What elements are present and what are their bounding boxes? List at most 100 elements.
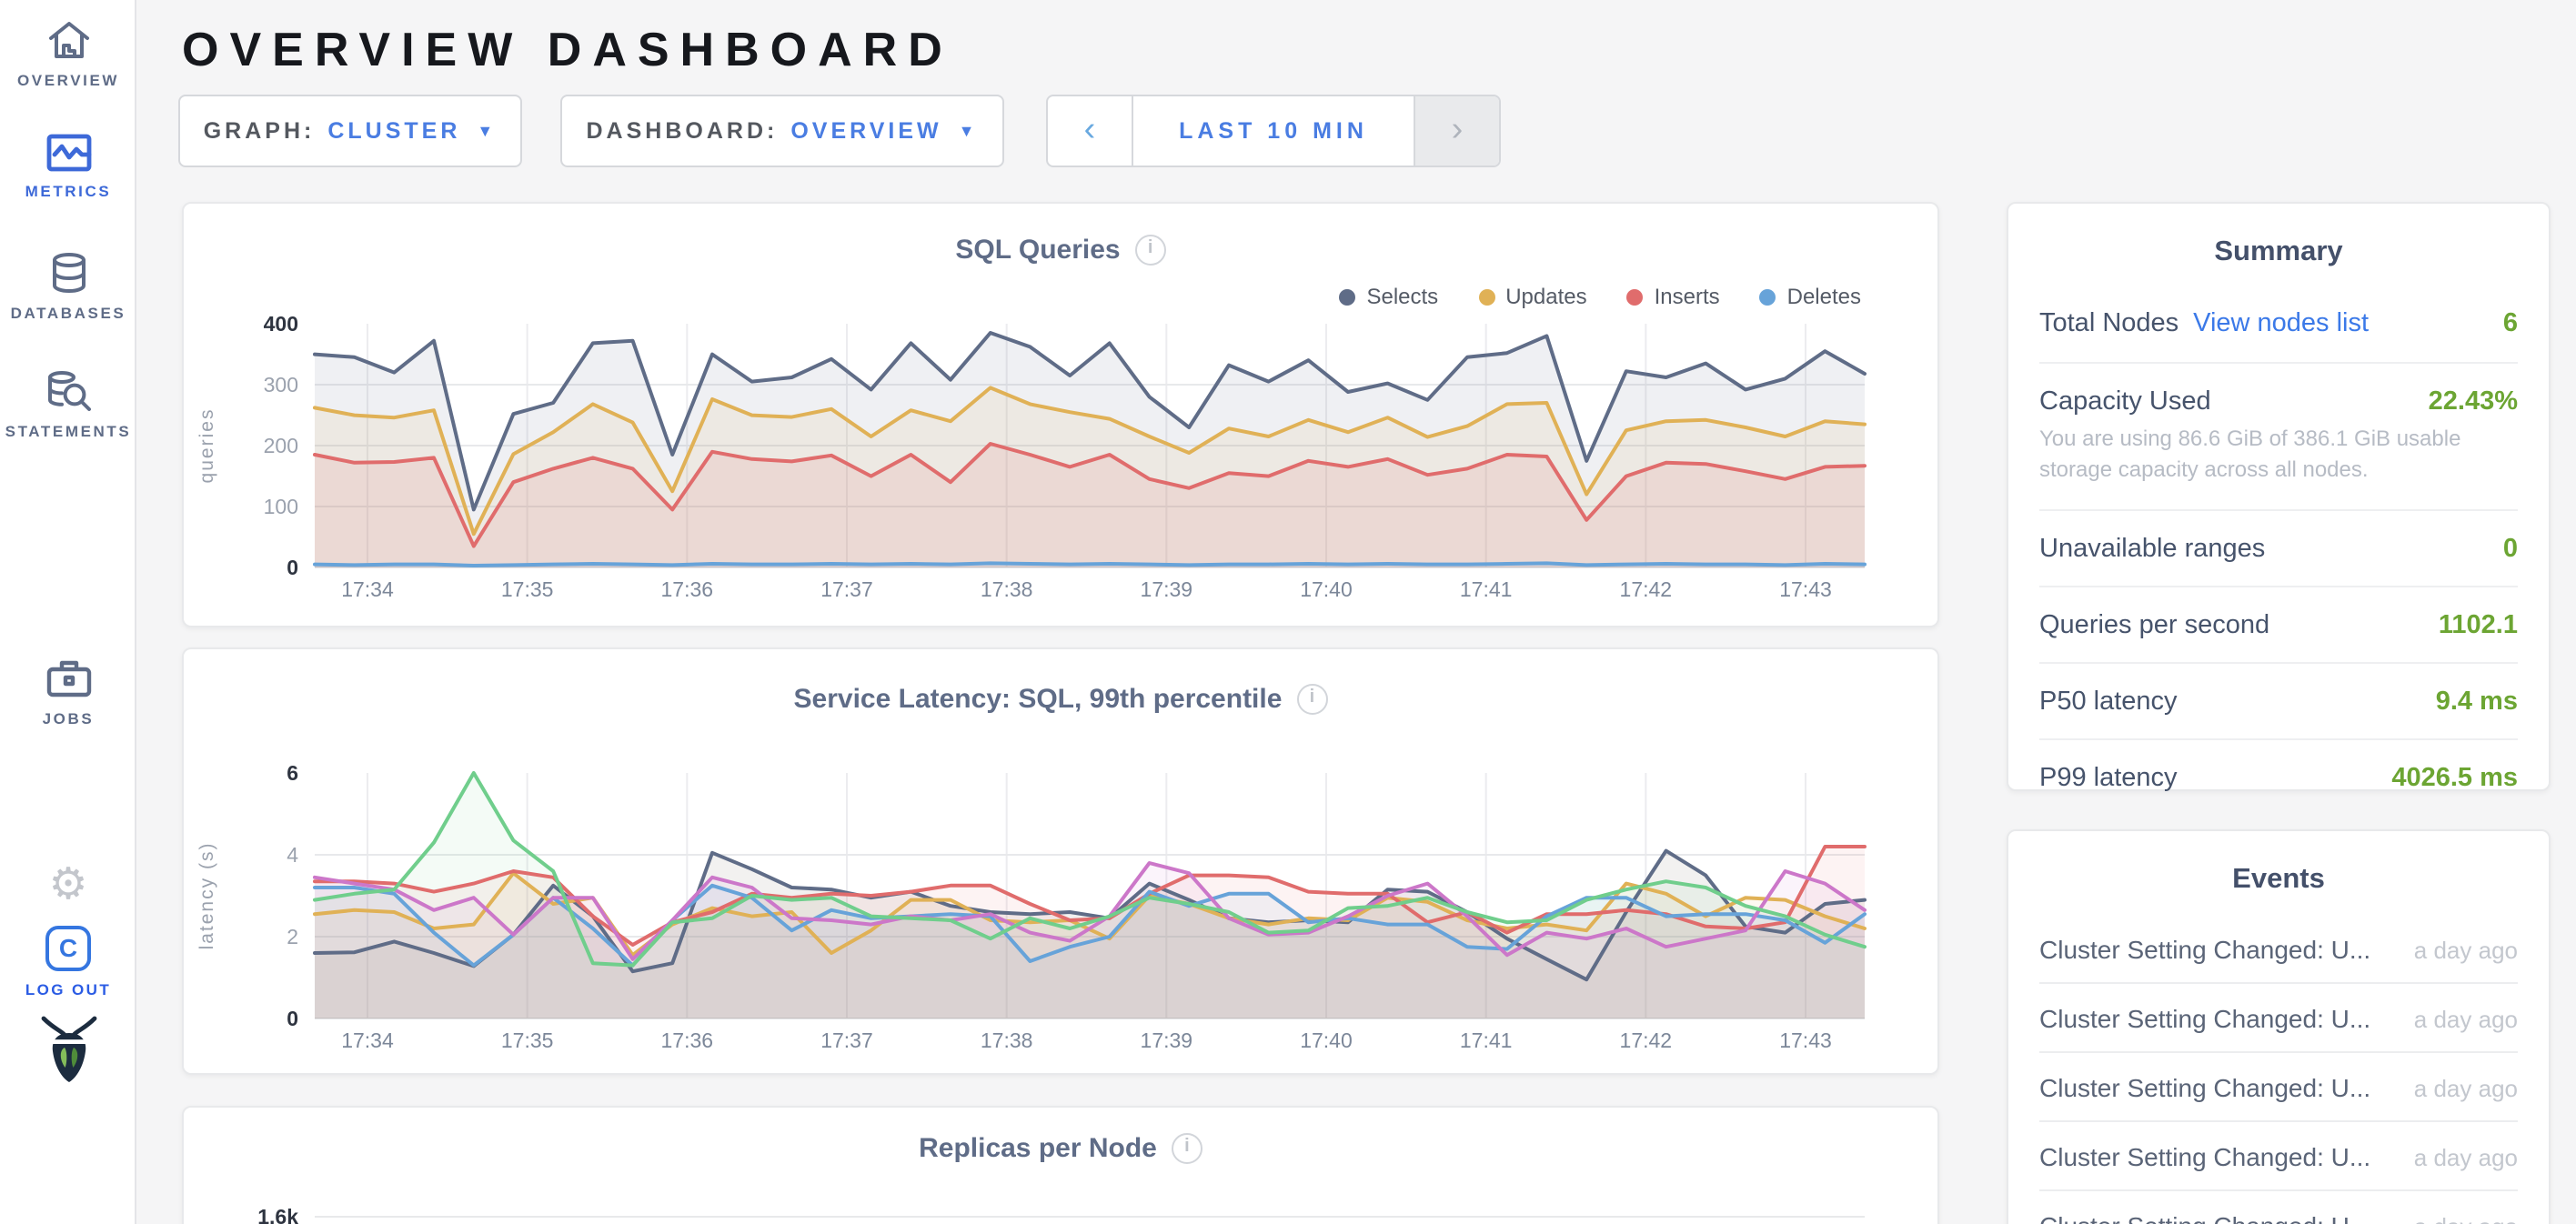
- briefcase-icon: [0, 657, 136, 700]
- replicas-per-node-card: Replicas per Node i 1.6k: [182, 1106, 1939, 1224]
- svg-text:17:38: 17:38: [981, 1028, 1033, 1052]
- time-range-value[interactable]: LAST 10 MIN: [1133, 96, 1414, 166]
- svg-text:1.6k: 1.6k: [257, 1205, 298, 1224]
- svg-text:17:41: 17:41: [1460, 1028, 1513, 1052]
- summary-row-unavailable-ranges: Unavailable ranges 0: [2039, 511, 2518, 587]
- event-title[interactable]: Cluster Setting Changed: U...: [2039, 1004, 2370, 1033]
- summary-label: Unavailable ranges: [2039, 535, 2265, 564]
- sidebar-item-logout[interactable]: C LOG OUT: [0, 926, 136, 998]
- summary-value: 0: [2503, 535, 2518, 564]
- service-latency-plot[interactable]: 642017:3417:3517:3617:3717:3817:3917:401…: [184, 649, 1941, 1086]
- sidebar-item-metrics[interactable]: METRICS: [0, 133, 136, 200]
- event-row: Cluster Setting Changed: U... a day ago: [2039, 984, 2518, 1053]
- event-title[interactable]: Cluster Setting Changed: U...: [2039, 1073, 2370, 1102]
- chevron-left-icon: ‹: [1084, 111, 1096, 151]
- svg-text:17:37: 17:37: [820, 577, 873, 601]
- time-range-prev-button[interactable]: ‹: [1048, 96, 1133, 166]
- sql-queries-card: SQL Queries i SelectsUpdatesInsertsDelet…: [182, 202, 1939, 627]
- svg-text:17:34: 17:34: [341, 577, 394, 601]
- sidebar-item-label: DATABASES: [0, 304, 136, 322]
- home-icon: [0, 18, 136, 62]
- sidebar-item-jobs[interactable]: JOBS: [0, 657, 136, 727]
- event-title[interactable]: Cluster Setting Changed: U...: [2039, 1142, 2370, 1171]
- event-row: Cluster Setting Changed: U... a day ago: [2039, 1191, 2518, 1224]
- event-title[interactable]: Cluster Setting Changed: U...: [2039, 935, 2370, 964]
- svg-text:17:42: 17:42: [1620, 577, 1673, 601]
- event-row: Cluster Setting Changed: U... a day ago: [2039, 1053, 2518, 1122]
- summary-label: P99 latency: [2039, 764, 2178, 793]
- svg-text:6: 6: [287, 761, 298, 785]
- svg-text:17:35: 17:35: [501, 1028, 554, 1052]
- database-icon: [0, 251, 136, 295]
- summary-value: 1102.1: [2439, 611, 2518, 640]
- summary-label: P50 latency: [2039, 687, 2178, 717]
- sidebar: OVERVIEW METRICS DATABASES STATEMENTS JO…: [0, 0, 136, 1224]
- event-row: Cluster Setting Changed: U... a day ago: [2039, 1122, 2518, 1191]
- sidebar-item-label: JOBS: [0, 709, 136, 727]
- graph-dropdown[interactable]: GRAPH: CLUSTER ▼: [178, 95, 522, 167]
- event-time: a day ago: [2414, 1212, 2518, 1224]
- svg-text:17:42: 17:42: [1620, 1028, 1673, 1052]
- dashboard-dropdown-value: OVERVIEW: [790, 118, 941, 144]
- caret-down-icon: ▼: [959, 122, 979, 140]
- cockroach-c-icon: C: [45, 926, 91, 971]
- svg-text:17:40: 17:40: [1300, 577, 1353, 601]
- service-latency-card: Service Latency: SQL, 99th percentile i …: [182, 647, 1939, 1075]
- sidebar-item-overview[interactable]: OVERVIEW: [0, 18, 136, 89]
- sidebar-item-statements[interactable]: STATEMENTS: [0, 369, 136, 440]
- view-nodes-list-link[interactable]: View nodes list: [2193, 309, 2369, 338]
- capacity-description: You are using 86.6 GiB of 386.1 GiB usab…: [2039, 424, 2518, 487]
- svg-text:17:43: 17:43: [1779, 1028, 1832, 1052]
- svg-text:200: 200: [264, 434, 298, 457]
- svg-text:17:40: 17:40: [1300, 1028, 1353, 1052]
- svg-text:300: 300: [264, 373, 298, 396]
- time-range-selector: ‹ LAST 10 MIN ›: [1046, 95, 1501, 167]
- svg-text:400: 400: [264, 312, 298, 336]
- sql-queries-plot[interactable]: 400300200100017:3417:3517:3617:3717:3817…: [184, 204, 1941, 638]
- events-title: Events: [2008, 831, 2549, 897]
- summary-label: Total Nodes: [2039, 309, 2179, 338]
- event-time: a day ago: [2414, 1143, 2518, 1170]
- svg-text:17:38: 17:38: [981, 577, 1033, 601]
- summary-value: 4026.5 ms: [2391, 764, 2518, 793]
- svg-text:2: 2: [287, 925, 298, 948]
- sidebar-item-databases[interactable]: DATABASES: [0, 251, 136, 322]
- svg-text:4: 4: [287, 843, 298, 867]
- svg-text:17:39: 17:39: [1141, 577, 1193, 601]
- graph-dropdown-label: GRAPH:: [204, 118, 316, 144]
- replicas-per-node-plot[interactable]: 1.6k: [184, 1108, 1941, 1224]
- events-panel: Events Cluster Setting Changed: U... a d…: [2007, 829, 2551, 1224]
- statements-search-icon: [0, 369, 136, 413]
- svg-text:17:39: 17:39: [1141, 1028, 1193, 1052]
- time-range-next-button[interactable]: ›: [1414, 96, 1499, 166]
- summary-label: Capacity Used: [2039, 387, 2211, 416]
- sidebar-item-label: STATEMENTS: [0, 422, 136, 440]
- logout-label: LOG OUT: [0, 980, 136, 998]
- summary-value: 6: [2503, 309, 2518, 338]
- summary-row-capacity: Capacity Used 22.43% You are using 86.6 …: [2039, 364, 2518, 511]
- summary-label: Queries per second: [2039, 611, 2269, 640]
- summary-row-queries-per-second: Queries per second 1102.1: [2039, 587, 2518, 664]
- metrics-chart-icon: [0, 133, 136, 173]
- svg-text:latency (s): latency (s): [196, 842, 217, 950]
- sidebar-item-label: OVERVIEW: [0, 71, 136, 89]
- summary-panel: Summary Total NodesView nodes list 6 Cap…: [2007, 202, 2551, 791]
- summary-row-p50-latency: P50 latency 9.4 ms: [2039, 664, 2518, 740]
- event-title[interactable]: Cluster Setting Changed: U...: [2039, 1211, 2370, 1224]
- svg-text:17:36: 17:36: [661, 1028, 714, 1052]
- event-row: Cluster Setting Changed: U... a day ago: [2039, 915, 2518, 984]
- svg-text:17:36: 17:36: [661, 577, 714, 601]
- summary-row-total-nodes: Total Nodes View nodes list 6: [2039, 284, 2518, 364]
- svg-text:17:37: 17:37: [820, 1028, 873, 1052]
- sidebar-item-label: METRICS: [0, 182, 136, 200]
- event-time: a day ago: [2414, 1074, 2518, 1101]
- summary-row-p99-latency: P99 latency 4026.5 ms: [2039, 740, 2518, 815]
- svg-text:17:43: 17:43: [1779, 577, 1832, 601]
- cockroachdb-logo: [0, 1015, 136, 1093]
- gear-icon[interactable]: ⚙: [0, 862, 136, 906]
- dashboard-dropdown[interactable]: DASHBOARD: OVERVIEW ▼: [560, 95, 1004, 167]
- svg-text:100: 100: [264, 495, 298, 518]
- event-time: a day ago: [2414, 936, 2518, 963]
- svg-text:0: 0: [287, 1007, 298, 1030]
- graph-dropdown-value: CLUSTER: [327, 118, 460, 144]
